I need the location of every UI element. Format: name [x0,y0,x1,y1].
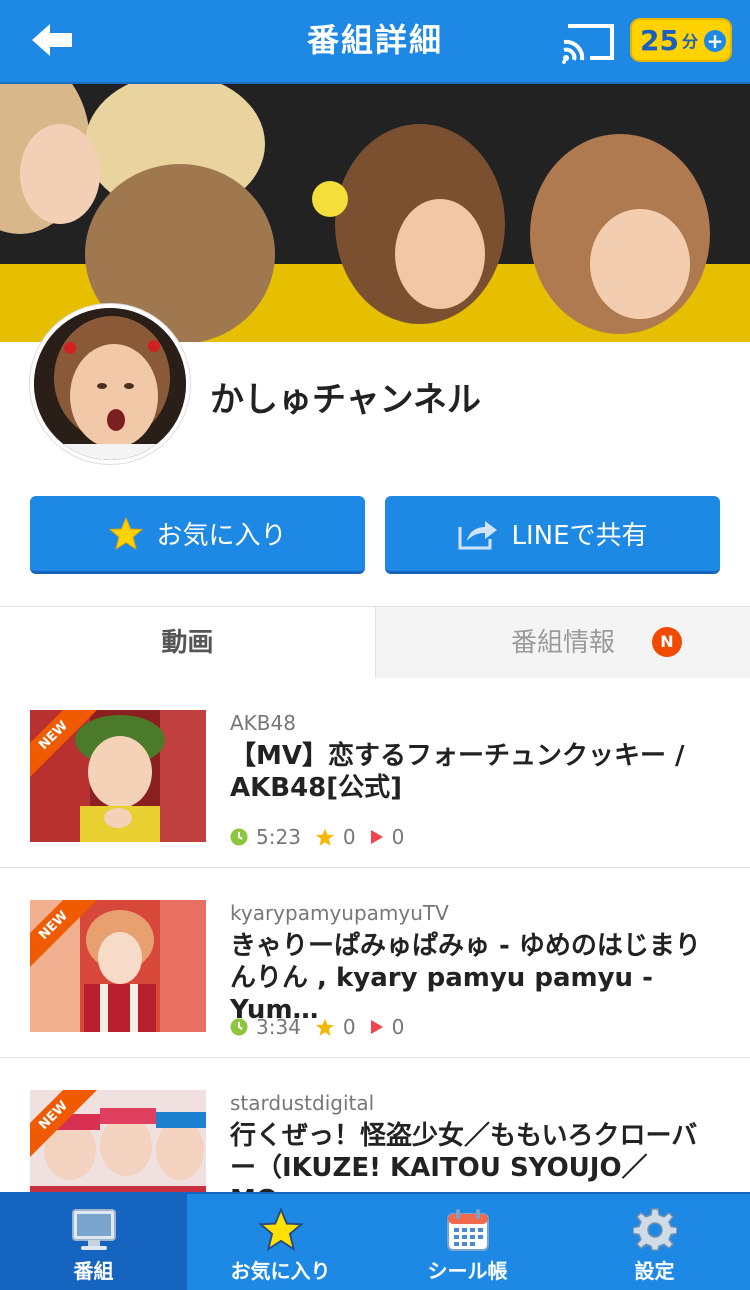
add-favorite-button[interactable]: お気に入り [30,496,365,574]
play-count-icon [370,830,383,844]
nav-sticker-book-label: シール帳 [427,1259,508,1283]
video-list-item[interactable]: NEW AKB48 【MV】恋するフォーチュンクッキー / AKB48[公式] … [0,678,750,868]
bottom-navigation: 番組 お気に入り シール帳 設定 [0,1192,750,1290]
nav-programs-label: 番組 [73,1259,114,1283]
video-play-count: 0 [391,825,405,849]
video-title[interactable]: 【MV】恋するフォーチュンクッキー / AKB48[公式] [230,740,720,804]
cast-icon [562,24,614,64]
video-channel: AKB48 [230,711,296,735]
video-thumbnail[interactable]: NEW [30,900,206,1032]
clock-icon [230,1018,248,1036]
line-share-button[interactable]: LINEで共有 [385,496,720,574]
video-meta: 5:23 0 0 [230,824,404,850]
content-tabs: 動画 番組情報 N [0,606,750,679]
add-time-icon: + [704,30,726,52]
video-star-count: 0 [342,825,356,849]
calendar-icon [446,1209,489,1251]
gear-icon [632,1208,677,1251]
video-list-item[interactable]: NEW kyarypamyupamyuTV きゃりーぱみゅぱみゅ - ゆめのはじ… [0,868,750,1058]
nav-settings-label: 設定 [634,1259,675,1283]
play-count-icon [370,1020,383,1034]
star-icon [257,1208,304,1252]
time-value: 25 [640,24,679,57]
new-badge: N [652,627,682,657]
video-title[interactable]: きゃりーぱみゅぱみゅ - ゆめのはじまりんりん , kyary pamyu pa… [230,930,720,1026]
star-count-icon [316,1018,334,1036]
favorite-label: お気に入り [156,521,287,551]
share-label: LINEで共有 [511,521,648,551]
nav-favorites[interactable]: お気に入り [187,1194,374,1290]
tab-program-info[interactable]: 番組情報 N [375,607,750,679]
clock-icon [230,828,248,846]
nav-favorites-label: お気に入り [230,1259,331,1283]
channel-avatar [30,304,190,464]
star-count-icon [316,828,334,846]
cast-button[interactable] [560,20,616,64]
app-header: 番組詳細 25 分 + [0,0,750,84]
tab-videos[interactable]: 動画 [0,607,375,679]
video-star-count: 0 [342,1015,356,1039]
video-duration: 3:34 [256,1015,301,1039]
star-icon [109,516,144,550]
monitor-icon [71,1209,116,1250]
video-duration: 5:23 [256,825,301,849]
nav-programs[interactable]: 番組 [0,1194,187,1290]
time-unit: 分 [682,32,699,51]
channel-name: かしゅチャンネル [210,380,481,420]
video-channel: stardustdigital [230,1091,375,1115]
tab-program-info-label: 番組情報 [510,628,615,658]
nav-settings[interactable]: 設定 [561,1194,748,1290]
share-icon [458,520,498,549]
video-play-count: 0 [391,1015,405,1039]
video-channel: kyarypamyupamyuTV [230,901,449,925]
video-thumbnail[interactable]: NEW [30,710,206,842]
nav-sticker-book[interactable]: シール帳 [374,1194,561,1290]
video-meta: 3:34 0 0 [230,1014,404,1040]
time-remaining-badge[interactable]: 25 分 + [630,18,732,62]
